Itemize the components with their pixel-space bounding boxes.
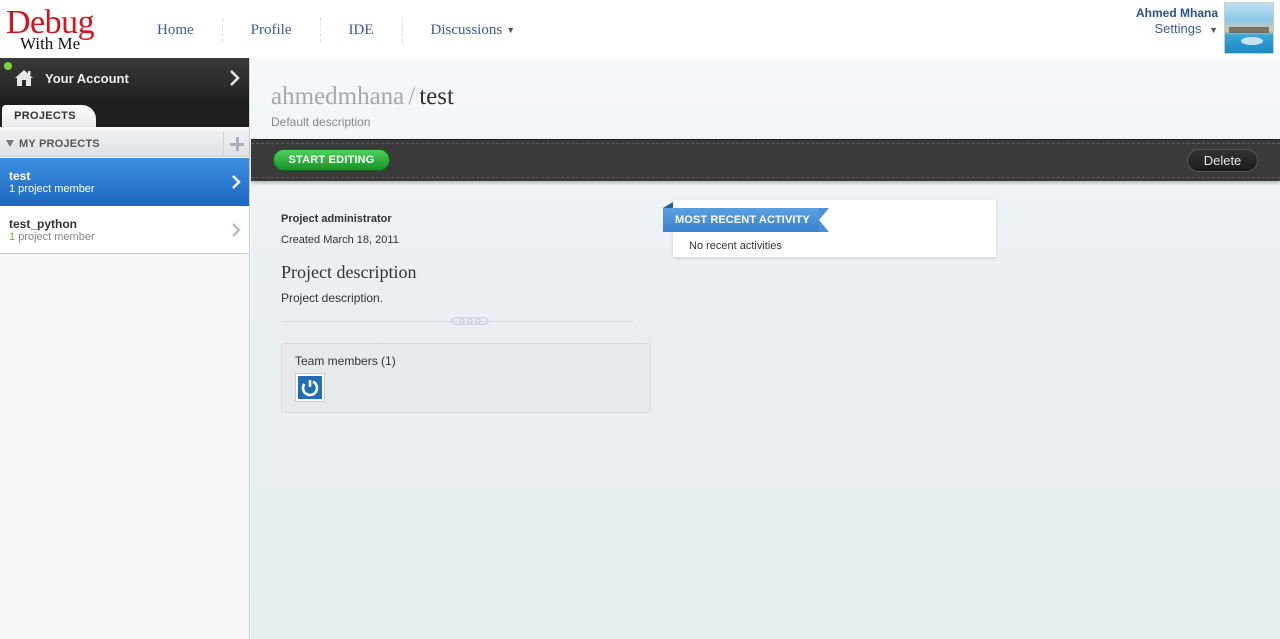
start-editing-button[interactable]: START EDITING	[273, 149, 390, 171]
breadcrumb-separator: /	[408, 83, 416, 110]
team-members-label: Team members (1)	[295, 354, 396, 368]
nav-profile[interactable]: Profile	[223, 18, 321, 42]
project-description-text: Project description.	[281, 291, 384, 305]
member-avatar[interactable]	[295, 373, 325, 402]
collapse-triangle-icon	[6, 140, 14, 147]
nav-discussions-label: Discussions	[430, 21, 503, 38]
chevron-right-icon	[230, 70, 240, 86]
project-members: 1 project member	[9, 183, 95, 195]
nav-home[interactable]: Home	[140, 18, 223, 42]
caret-down-icon: ▼	[1209, 24, 1218, 35]
settings-label: Settings	[1154, 21, 1202, 36]
add-project-button[interactable]	[223, 131, 249, 157]
my-projects-header[interactable]: MY PROJECTS	[0, 131, 249, 157]
online-status-dot	[4, 62, 12, 70]
top-header: Debug With Me Home Profile IDE Discussio…	[0, 0, 1280, 58]
your-account-label: Your Account	[45, 71, 129, 86]
created-date: Created March 18, 2011	[281, 234, 399, 246]
breadcrumb: ahmedmhana / test	[271, 82, 454, 112]
recent-activity-title: MOST RECENT ACTIVITY	[663, 202, 829, 232]
main-content: ahmedmhana / test Default description STAR…	[251, 58, 1280, 639]
project-name: test_python	[9, 217, 78, 231]
site-logo[interactable]: Debug With Me	[6, 6, 126, 54]
project-toolbar: START EDITING Delete	[251, 139, 1280, 181]
main-nav: Home Profile IDE Discussions ▼	[140, 14, 543, 46]
house-icon	[15, 70, 33, 86]
chevron-right-icon	[232, 223, 241, 237]
chevron-right-icon	[232, 175, 241, 189]
project-members-count: 1	[9, 231, 16, 243]
tab-projects[interactable]: PROJECTS	[2, 105, 96, 127]
settings-menu[interactable]: Settings ▼	[1136, 21, 1218, 38]
project-name: test	[9, 169, 31, 183]
recent-activity-panel: MOST RECENT ACTIVITY No recent activitie…	[663, 200, 996, 257]
recent-activity-empty: No recent activities	[689, 240, 782, 252]
sidebar: Your Account PROJECTS MY PROJECTS test 1…	[0, 58, 250, 639]
ornament-icon	[451, 316, 489, 326]
project-description-heading: Project description	[281, 262, 417, 282]
project-item-test-python[interactable]: test_python 1 project member	[0, 206, 249, 254]
user-avatar[interactable]	[1224, 2, 1274, 54]
my-projects-label: MY PROJECTS	[19, 138, 100, 150]
project-members: 1 project member	[9, 231, 95, 243]
logo-text-with-me: With Me	[20, 34, 81, 53]
breadcrumb-owner[interactable]: ahmedmhana	[271, 83, 404, 110]
your-account-bar[interactable]: Your Account	[0, 58, 249, 99]
project-administrator-label: Project administrator	[281, 213, 392, 225]
user-name-link[interactable]: Ahmed Mhana	[1136, 6, 1218, 20]
team-members-box: Team members (1)	[281, 343, 651, 413]
project-members-suffix: project member	[18, 231, 95, 243]
sidebar-tabs: PROJECTS	[0, 99, 249, 127]
default-description: Default description	[271, 115, 371, 129]
power-icon	[301, 379, 319, 397]
caret-down-icon: ▼	[506, 25, 516, 36]
project-item-test[interactable]: test 1 project member	[0, 158, 249, 206]
delete-button[interactable]: Delete	[1187, 149, 1258, 172]
nav-ide[interactable]: IDE	[321, 18, 403, 42]
nav-discussions[interactable]: Discussions ▼	[403, 18, 544, 43]
user-menu: Ahmed Mhana Settings ▼	[1136, 6, 1218, 38]
breadcrumb-project: test	[419, 83, 454, 110]
